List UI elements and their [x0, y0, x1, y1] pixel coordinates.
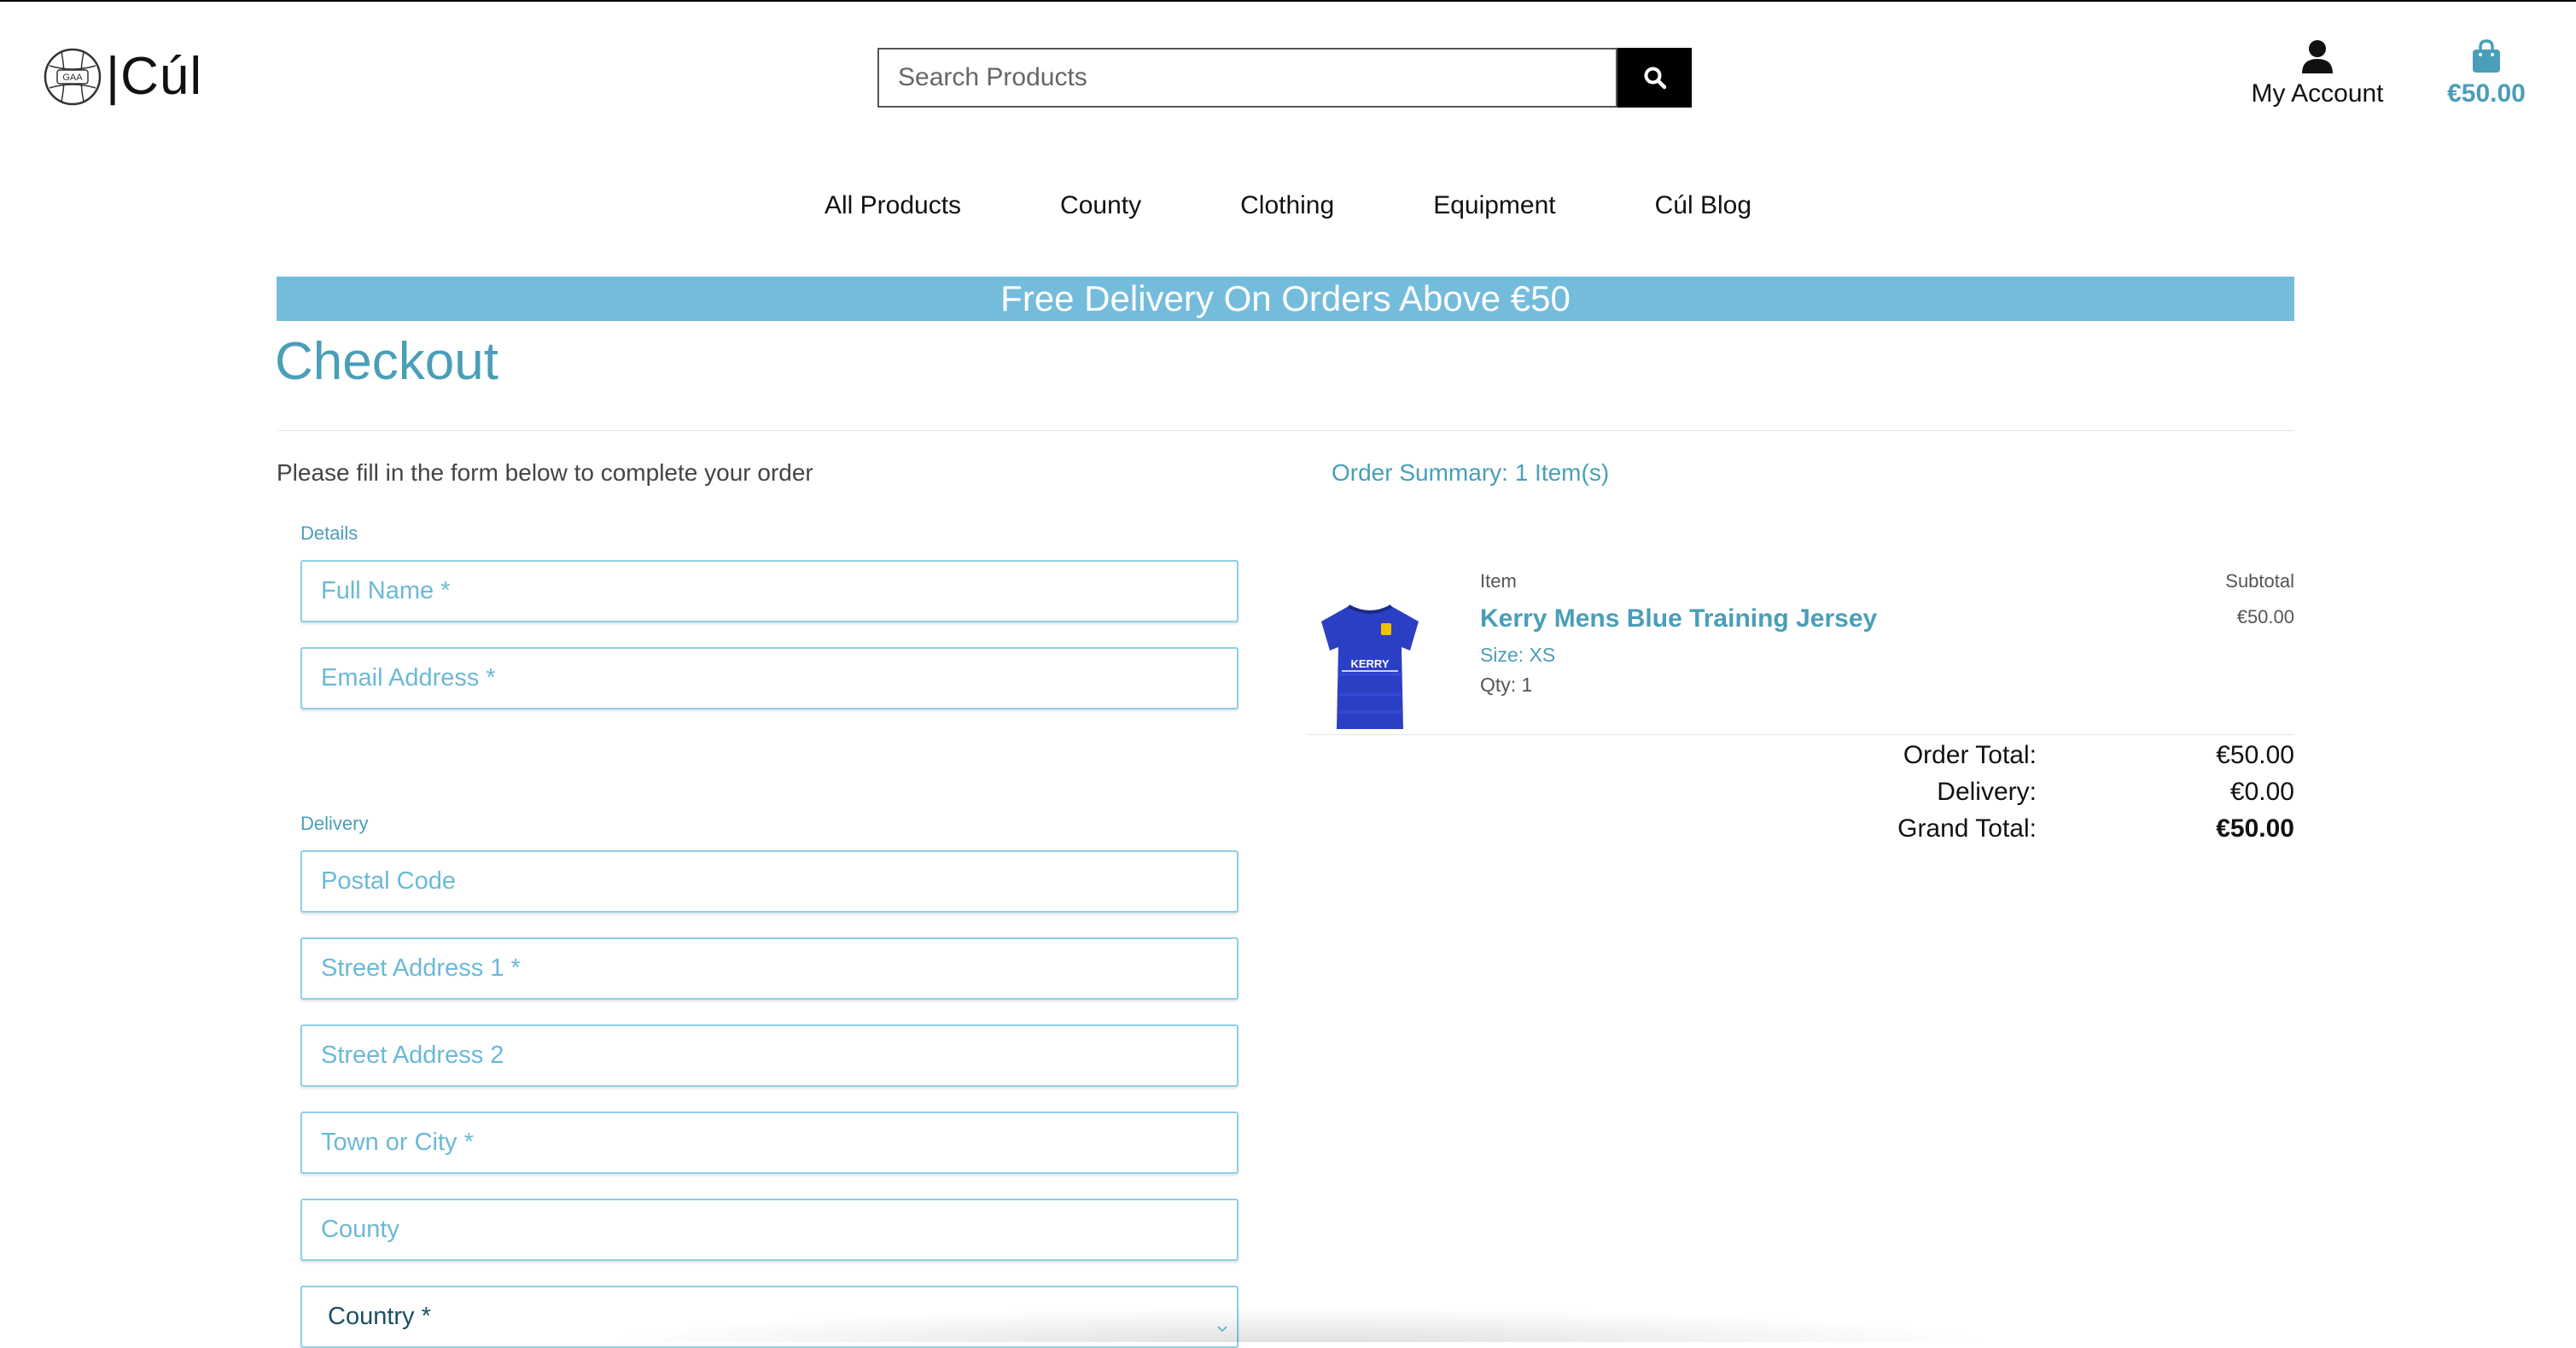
grand-total-label: Grand Total: — [1897, 814, 2037, 843]
order-total-value: €50.00 — [2216, 741, 2294, 769]
delivery-value: €0.00 — [2229, 778, 2294, 806]
order-total-label: Order Total: — [1903, 741, 2037, 769]
product-size: Size: XS — [1480, 644, 1556, 666]
product-subtotal: €50.00 — [2236, 606, 2294, 627]
nav-all-products[interactable]: All Products — [825, 191, 961, 220]
user-icon — [2302, 40, 2333, 73]
gaa-ball-icon: GAA — [44, 48, 102, 105]
search-input[interactable] — [877, 48, 1617, 108]
brand-logo[interactable]: GAA |Cúl — [43, 46, 202, 107]
floating-panel-shadow — [597, 1308, 1997, 1342]
divider — [277, 430, 2294, 431]
country-select-value: Country * — [328, 1303, 431, 1330]
search-button[interactable] — [1617, 48, 1692, 108]
main-nav: All Products County Clothing Equipment C… — [0, 191, 2576, 220]
nav-cul-blog[interactable]: Cúl Blog — [1655, 191, 1751, 220]
shopping-bag-link[interactable]: €50.00 — [2439, 39, 2533, 108]
details-legend: Details — [300, 522, 358, 544]
search-icon — [1644, 67, 1666, 90]
nav-equipment[interactable]: Equipment — [1433, 191, 1555, 220]
item-column-header: Item — [1480, 570, 1517, 592]
subtotal-column-header: Subtotal — [2225, 570, 2294, 592]
page-title: Checkout — [275, 332, 498, 391]
order-summary-title: Order Summary: 1 Item(s) — [1332, 459, 1610, 486]
nav-county[interactable]: County — [1060, 191, 1141, 220]
form-intro: Please fill in the form below to complet… — [277, 459, 813, 486]
town-city-field[interactable] — [300, 1112, 1238, 1174]
bag-total: €50.00 — [2447, 79, 2526, 108]
delivery-legend: Delivery — [300, 813, 369, 834]
email-field[interactable] — [300, 647, 1238, 709]
street-address-1-field[interactable] — [300, 937, 1238, 1000]
full-name-field[interactable] — [300, 560, 1238, 622]
nav-clothing[interactable]: Clothing — [1240, 191, 1334, 220]
delivery-label: Delivery: — [1937, 778, 2037, 806]
search-bar — [877, 48, 1692, 108]
my-account-link[interactable]: My Account — [2236, 39, 2398, 108]
product-qty: Qty: 1 — [1480, 674, 1533, 696]
product-name-link[interactable]: Kerry Mens Blue Training Jersey — [1480, 604, 1877, 633]
summary-divider — [1306, 734, 2294, 735]
product-image: KERRY — [1321, 604, 1419, 729]
postal-code-field[interactable] — [300, 850, 1238, 913]
grand-total-value: €50.00 — [2216, 814, 2294, 843]
my-account-label: My Account — [2251, 79, 2384, 108]
shopping-bag-icon — [2473, 39, 2500, 73]
street-address-2-field[interactable] — [300, 1024, 1238, 1087]
county-field[interactable] — [300, 1199, 1238, 1261]
jersey-text: KERRY — [1350, 657, 1389, 670]
delivery-banner: Free Delivery On Orders Above €50 — [277, 277, 2294, 321]
ball-text: GAA — [62, 73, 83, 83]
brand-name: |Cúl — [106, 47, 203, 106]
